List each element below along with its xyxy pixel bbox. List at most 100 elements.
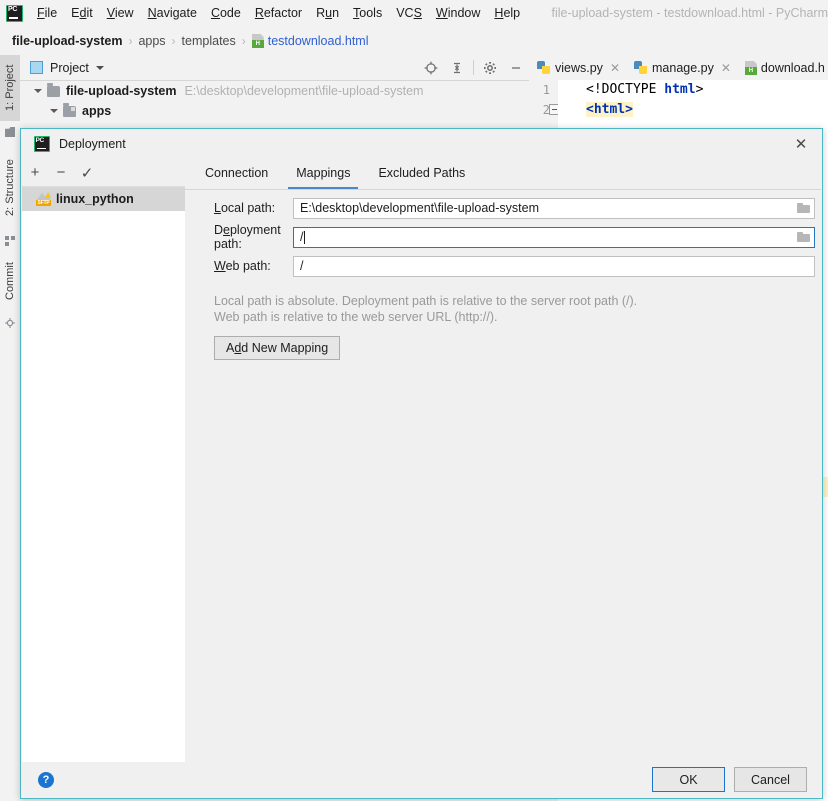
tab-views-py[interactable]: views.py ✕ xyxy=(529,55,626,80)
locate-target-icon[interactable] xyxy=(418,55,444,80)
menu-view[interactable]: View xyxy=(100,0,141,26)
hint-line-1: Local path is absolute. Deployment path … xyxy=(214,294,638,308)
tab-connection[interactable]: Connection xyxy=(191,160,282,189)
hide-minimize-icon[interactable] xyxy=(503,55,529,80)
text-cursor xyxy=(304,230,306,244)
tree-node-path: E:\desktop\development\file-upload-syste… xyxy=(184,84,424,98)
web-path-label: Web path: xyxy=(214,259,271,273)
tab-label: views.py xyxy=(555,60,603,75)
ok-button[interactable]: OK xyxy=(652,767,725,792)
breadcrumb-separator: › xyxy=(171,33,176,48)
html-file-icon: H xyxy=(744,60,757,75)
pycharm-logo-icon xyxy=(6,4,23,22)
breadcrumb-item-apps[interactable]: apps xyxy=(138,34,165,48)
menu-edit[interactable]: Edit xyxy=(64,0,100,26)
deployment-path-input[interactable]: / xyxy=(293,226,815,248)
expand-arrow-icon[interactable] xyxy=(48,105,60,117)
code-line: <!DOCTYPE html> xyxy=(586,82,704,97)
pycharm-logo-icon xyxy=(34,136,50,152)
web-path-input[interactable]: / xyxy=(293,255,815,277)
sftp-server-icon: SFTP xyxy=(36,192,51,206)
menu-bar: File Edit View Navigate Code Refactor Ru… xyxy=(0,0,828,26)
close-icon[interactable]: ✕ xyxy=(721,61,731,75)
deployment-dialog: Deployment ✕ + − ✓ SFTP linux_python Con… xyxy=(20,128,823,799)
close-icon[interactable]: ✕ xyxy=(610,61,620,75)
project-panel-title: Project xyxy=(50,60,89,75)
settings-gear-icon[interactable] xyxy=(477,55,503,80)
deployment-path-value: / xyxy=(300,230,304,244)
tool-window-stripe: 1: Project 2: Structure Commit xyxy=(0,55,21,801)
deployment-path-row: Deployment path: / xyxy=(185,223,821,251)
menu-window[interactable]: Window xyxy=(429,0,487,26)
structure-icon xyxy=(5,235,15,246)
chevron-down-icon[interactable] xyxy=(95,65,104,70)
tab-manage-py[interactable]: manage.py ✕ xyxy=(626,55,737,80)
tab-mappings[interactable]: Mappings xyxy=(282,160,364,189)
project-folder-icon xyxy=(5,127,15,137)
sidebar-item-project[interactable]: 1: Project xyxy=(0,55,20,121)
tree-row-project[interactable]: file-upload-system E:\desktop\developmen… xyxy=(20,81,529,101)
menu-tools[interactable]: Tools xyxy=(346,0,389,26)
line-number: 2 xyxy=(542,103,550,117)
tree-row-apps[interactable]: apps xyxy=(20,101,529,121)
folder-icon xyxy=(47,83,60,97)
mappings-form: Local path: E:\desktop\development\file-… xyxy=(185,197,821,360)
deployment-path-label: Deployment path: xyxy=(214,223,281,251)
menu-file[interactable]: File xyxy=(30,0,64,26)
local-path-label: Local path: xyxy=(214,201,276,215)
menu-vcs[interactable]: VCS xyxy=(389,0,429,26)
server-list-panel: + − ✓ SFTP linux_python xyxy=(22,159,186,762)
code-line: <html> xyxy=(586,102,633,117)
breadcrumb-item-templates[interactable]: templates xyxy=(182,34,236,48)
menu-help[interactable]: Help xyxy=(487,0,527,26)
project-tree: file-upload-system E:\desktop\developmen… xyxy=(20,81,529,121)
window-title: file-upload-system - testdownload.html -… xyxy=(551,6,828,20)
local-path-value: E:\desktop\development\file-upload-syste… xyxy=(300,201,540,215)
breadcrumb-item-project[interactable]: file-upload-system xyxy=(12,34,122,48)
tab-label: download.h xyxy=(760,60,825,75)
python-file-icon xyxy=(634,61,647,74)
add-server-button[interactable]: + xyxy=(22,159,48,186)
collapse-all-icon[interactable] xyxy=(444,55,470,80)
tab-download-html[interactable]: H download.h xyxy=(737,55,828,80)
local-path-row: Local path: E:\desktop\development\file-… xyxy=(185,197,821,219)
breadcrumb-separator: › xyxy=(241,33,246,48)
dialog-main-pane: Connection Mappings Excluded Paths Local… xyxy=(185,159,821,762)
dialog-tab-bar: Connection Mappings Excluded Paths xyxy=(185,159,821,190)
local-path-input[interactable]: E:\desktop\development\file-upload-syste… xyxy=(293,197,815,219)
dialog-title-bar: Deployment ✕ xyxy=(21,129,822,159)
editor-tab-strip: views.py ✕ manage.py ✕ H download.h xyxy=(529,55,828,81)
tree-node-label: file-upload-system xyxy=(66,84,177,98)
folder-browse-icon[interactable] xyxy=(792,228,814,247)
web-path-value: / xyxy=(300,259,304,273)
menu-refactor[interactable]: Refactor xyxy=(248,0,309,26)
expand-arrow-icon[interactable] xyxy=(32,85,44,97)
remove-server-button[interactable]: − xyxy=(48,159,74,186)
python-file-icon xyxy=(537,61,550,74)
web-path-row: Web path: / xyxy=(185,255,821,277)
hint-line-2: Web path is relative to the web server U… xyxy=(214,310,498,324)
menu-navigate[interactable]: Navigate xyxy=(141,0,204,26)
dialog-title: Deployment xyxy=(59,137,126,151)
project-window-icon xyxy=(30,61,43,74)
html-file-icon: H xyxy=(251,33,264,48)
toolbar-divider xyxy=(473,60,474,75)
tab-label: manage.py xyxy=(652,60,714,75)
menu-code[interactable]: Code xyxy=(204,0,248,26)
help-button[interactable]: ? xyxy=(38,771,54,788)
set-default-server-button[interactable]: ✓ xyxy=(74,159,100,186)
breadcrumb-item-file[interactable]: testdownload.html xyxy=(268,34,369,48)
line-number: 1 xyxy=(542,83,550,97)
dialog-button-bar: ? OK Cancel xyxy=(22,762,821,797)
server-name: linux_python xyxy=(56,192,134,206)
sidebar-item-structure[interactable]: 2: Structure xyxy=(0,147,20,229)
folder-browse-icon[interactable] xyxy=(792,199,814,218)
tab-excluded-paths[interactable]: Excluded Paths xyxy=(364,160,479,189)
cancel-button[interactable]: Cancel xyxy=(734,767,807,792)
add-new-mapping-button[interactable]: Add New Mapping xyxy=(214,336,341,360)
sidebar-item-commit[interactable]: Commit xyxy=(0,251,20,311)
close-icon[interactable]: ✕ xyxy=(790,134,812,154)
breadcrumb-separator: › xyxy=(128,33,133,48)
server-list-item[interactable]: SFTP linux_python xyxy=(22,187,185,211)
menu-run[interactable]: Run xyxy=(309,0,346,26)
